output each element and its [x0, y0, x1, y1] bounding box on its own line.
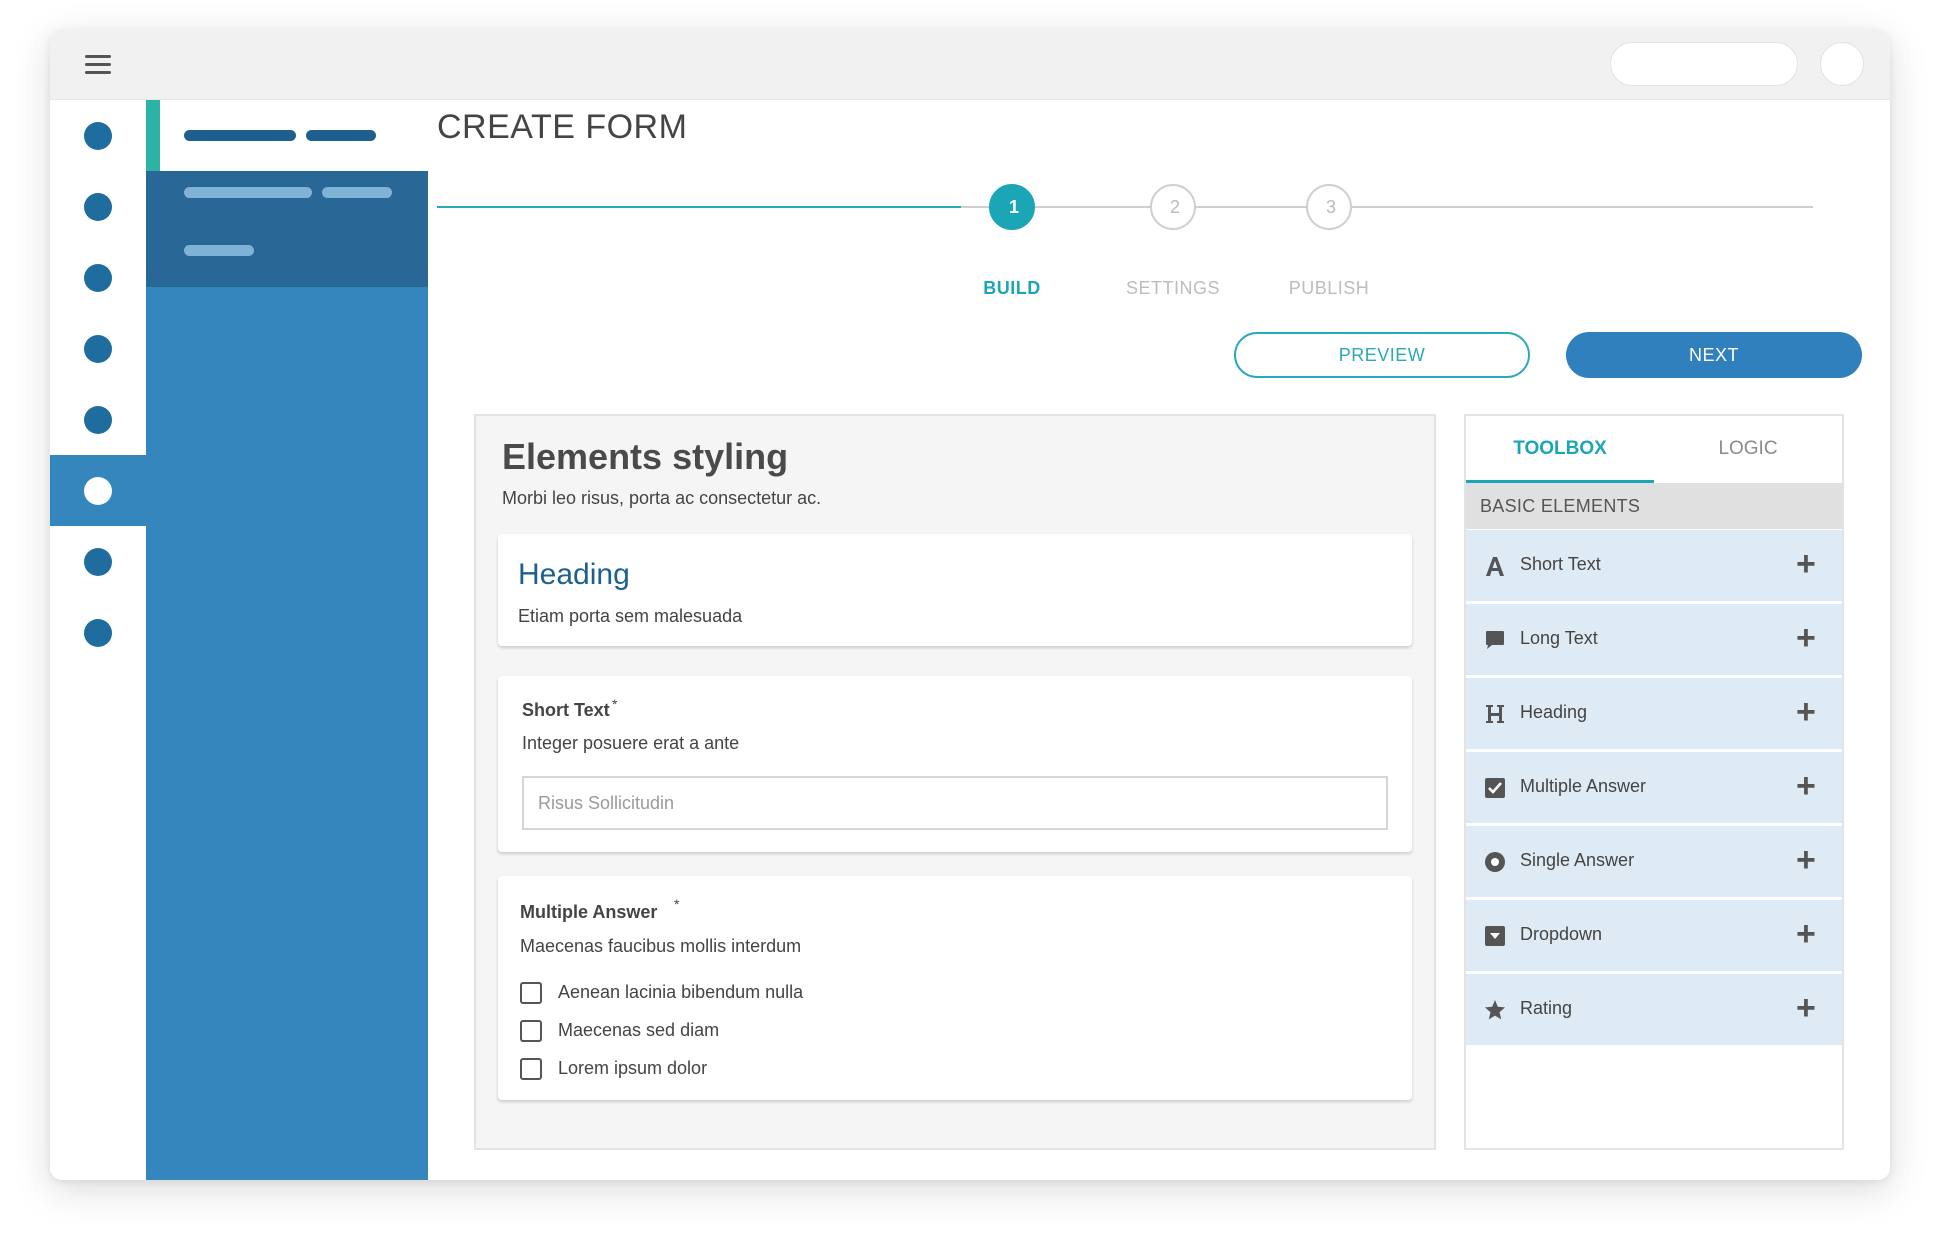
toolbox-item-dropdown[interactable]: Dropdown + — [1466, 900, 1842, 971]
heading-element-card[interactable]: Heading Etiam porta sem malesuada — [498, 534, 1412, 646]
step-build[interactable]: 1 — [989, 184, 1035, 230]
add-icon[interactable]: + — [1796, 914, 1816, 954]
heading-element-subtitle: Etiam porta sem malesuada — [518, 606, 743, 626]
toolbox-item-label: Rating — [1520, 998, 1573, 1018]
nav-dot-icon — [84, 548, 112, 576]
add-icon[interactable]: + — [1796, 988, 1816, 1028]
placeholder-bar — [184, 130, 296, 141]
preview-button[interactable]: PREVIEW — [1234, 332, 1530, 378]
add-icon[interactable]: + — [1796, 692, 1816, 732]
short-text-input[interactable] — [522, 776, 1388, 830]
subnav-group[interactable] — [146, 171, 428, 287]
rail-item-5[interactable] — [50, 384, 146, 455]
add-icon[interactable]: + — [1796, 544, 1816, 584]
toolbox-item-multiple-answer[interactable]: Multiple Answer + — [1466, 752, 1842, 823]
step-number: 3 — [1325, 197, 1336, 217]
dropdown-box-icon — [1485, 926, 1505, 946]
avatar[interactable] — [1820, 42, 1864, 86]
search-field[interactable] — [1610, 42, 1798, 86]
short-text-description: Integer posuere erat a ante — [522, 733, 740, 753]
rail-item-8[interactable] — [50, 597, 146, 668]
checkbox-icon[interactable] — [520, 982, 542, 1004]
toolbox-item-single-answer[interactable]: Single Answer + — [1466, 826, 1842, 897]
nav-dot-icon — [84, 619, 112, 647]
add-icon[interactable]: + — [1796, 766, 1816, 806]
toolbox-item-label: Single Answer — [1520, 850, 1635, 870]
nav-dot-icon — [84, 406, 112, 434]
step-label-settings[interactable]: SETTINGS — [1093, 278, 1253, 299]
nav-dot-icon — [84, 122, 112, 150]
step-label-publish[interactable]: PUBLISH — [1249, 278, 1409, 299]
tab-logic[interactable]: LOGIC — [1654, 416, 1842, 482]
heading-element-title: Heading — [518, 558, 630, 591]
toolbox-item-long-text[interactable]: Long Text + — [1466, 604, 1842, 675]
top-bar — [50, 30, 1890, 100]
form-title[interactable]: Elements styling — [502, 436, 788, 478]
step-label-build[interactable]: BUILD — [932, 278, 1092, 299]
checked-box-icon — [1485, 778, 1505, 798]
toolbox-item-rating[interactable]: Rating + — [1466, 974, 1842, 1045]
option-label: Lorem ipsum dolor — [558, 1058, 708, 1078]
short-text-element-card[interactable]: Short Text * Integer posuere erat a ante — [498, 676, 1412, 852]
step-publish[interactable]: 3 — [1306, 184, 1352, 230]
multiple-answer-label: Multiple Answer — [520, 902, 658, 922]
checkbox-icon[interactable] — [520, 1020, 542, 1042]
short-text-label: Short Text — [522, 700, 610, 720]
option-label: Aenean lacinia bibendum nulla — [558, 982, 804, 1002]
tab-toolbox[interactable]: TOOLBOX — [1466, 416, 1654, 482]
step-settings[interactable]: 2 — [1150, 184, 1196, 230]
rail-item-4[interactable] — [50, 313, 146, 384]
multiple-answer-element-card[interactable]: Multiple Answer * Maecenas faucibus moll… — [498, 876, 1412, 1100]
placeholder-bar — [306, 130, 376, 141]
subnav-item-selected[interactable] — [146, 100, 428, 171]
next-button[interactable]: NEXT — [1566, 332, 1862, 378]
toolbox-item-short-text[interactable]: Short Text + — [1466, 530, 1842, 601]
toolbox-panel: TOOLBOX LOGIC BASIC ELEMENTS Short Text … — [1464, 414, 1844, 1150]
stepper-progress — [437, 206, 961, 208]
add-icon[interactable]: + — [1796, 840, 1816, 880]
rail-item-6-active[interactable] — [50, 455, 146, 526]
toolbox-item-label: Long Text — [1520, 628, 1598, 648]
star-icon — [1485, 1000, 1505, 1020]
rail-item-7[interactable] — [50, 526, 146, 597]
speech-bubble-icon — [1486, 631, 1504, 649]
toolbox-item-heading[interactable]: Heading + — [1466, 678, 1842, 749]
required-asterisk: * — [674, 896, 680, 912]
form-description[interactable]: Morbi leo risus, porta ac consectetur ac… — [502, 488, 821, 509]
radio-icon — [1485, 852, 1505, 872]
required-asterisk: * — [612, 696, 618, 712]
toolbox-item-label: Dropdown — [1520, 924, 1603, 944]
secondary-nav — [146, 100, 428, 1180]
multiple-answer-description: Maecenas faucibus mollis interdum — [520, 936, 802, 956]
rail-item-1[interactable] — [50, 100, 146, 171]
placeholder-bar — [184, 187, 312, 198]
letter-a-icon — [1486, 557, 1504, 576]
basic-elements-header: BASIC ELEMENTS — [1466, 483, 1842, 529]
nav-dot-icon — [84, 477, 112, 505]
nav-dot-icon — [84, 335, 112, 363]
form-canvas: Elements styling Morbi leo risus, porta … — [474, 414, 1436, 1150]
add-icon[interactable]: + — [1796, 618, 1816, 658]
toolbox-item-label: Short Text — [1520, 554, 1601, 574]
nav-dot-icon — [84, 193, 112, 221]
selection-indicator — [146, 100, 160, 171]
step-number: 1 — [1008, 197, 1019, 217]
rail-item-3[interactable] — [50, 242, 146, 313]
placeholder-bar — [322, 187, 392, 198]
hamburger-menu-icon[interactable] — [85, 55, 111, 75]
icon-rail — [50, 100, 146, 1180]
rail-item-2[interactable] — [50, 171, 146, 242]
checkbox-icon[interactable] — [520, 1058, 542, 1080]
toolbox-item-label: Multiple Answer — [1520, 776, 1647, 796]
option-label: Maecenas sed diam — [558, 1020, 720, 1040]
nav-dot-icon — [84, 264, 112, 292]
letter-h-icon — [1486, 705, 1504, 723]
page-title: CREATE FORM — [437, 108, 688, 146]
placeholder-bar — [184, 245, 254, 256]
step-number: 2 — [1169, 197, 1180, 217]
toolbox-item-label: Heading — [1520, 702, 1588, 722]
